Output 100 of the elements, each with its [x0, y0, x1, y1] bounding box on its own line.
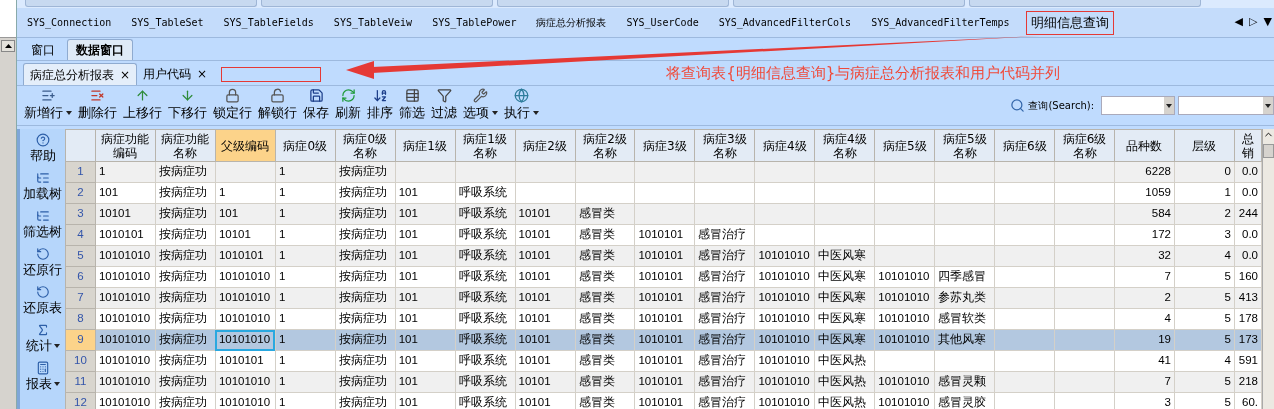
column-header[interactable]: 病症1级 [395, 129, 456, 162]
column-header[interactable]: 总销 [1234, 129, 1262, 162]
partial-button[interactable] [733, 0, 965, 7]
caret-icon [1166, 103, 1172, 108]
vertical-scrollbar[interactable] [1262, 129, 1274, 409]
row-number[interactable]: 7 [65, 287, 96, 309]
toolbar-button[interactable]: 解锁行 [255, 86, 300, 125]
column-header[interactable]: 病症6级名称 [1054, 129, 1115, 162]
toolbar-button[interactable]: 新增行 [21, 86, 75, 125]
column-header[interactable]: 病症0级名称 [335, 129, 396, 162]
partial-button[interactable] [969, 0, 1201, 7]
document-tab[interactable]: 明细信息查询 [1025, 10, 1114, 35]
column-header[interactable]: 病症5级名称 [934, 129, 995, 162]
sidebar-button[interactable]: 加载树 [23, 171, 62, 202]
toolbar-button[interactable]: 上移行 [120, 86, 165, 125]
column-header[interactable]: 病症3级 [634, 129, 695, 162]
tree-icon [35, 209, 50, 223]
caret-icon [1265, 103, 1271, 108]
tab-nav-button[interactable]: ◀ [1234, 14, 1244, 31]
column-header[interactable]: 层级 [1174, 129, 1235, 162]
lock-icon [225, 88, 240, 104]
button-label: 还原行 [23, 262, 62, 278]
tree-icon [35, 171, 50, 185]
tab-nav-button[interactable]: ▼ [1263, 14, 1272, 31]
row-number[interactable]: 8 [65, 308, 96, 330]
button-label: 删除行 [78, 104, 117, 123]
tab-nav-button[interactable]: ▷ [1249, 14, 1258, 31]
toolbar-button[interactable]: 排序 [364, 86, 396, 125]
partial-button[interactable] [25, 0, 257, 7]
row-number[interactable]: 1 [65, 161, 96, 183]
toolbar-button[interactable]: 删除行 [75, 86, 120, 125]
window-tab[interactable]: 数据窗口 [67, 39, 133, 60]
add-row-icon [40, 88, 56, 104]
sidebar-button[interactable]: 还原行 [23, 247, 62, 278]
column-header[interactable]: 病症6级 [994, 129, 1055, 162]
row-number[interactable]: 2 [65, 182, 96, 204]
toolbar-button[interactable]: 锁定行 [210, 86, 255, 125]
row-number[interactable]: 3 [65, 203, 96, 225]
button-label: 筛选 [399, 104, 425, 123]
annotation-text: 将查询表{明细信息查询}与病症总分析报表和用户代码并列 [666, 62, 1061, 84]
column-header[interactable]: 病症2级 [515, 129, 575, 162]
search-combo[interactable] [1178, 96, 1274, 115]
toolbar-button[interactable]: 下移行 [165, 86, 210, 125]
column-header[interactable]: 父级编码 [215, 129, 276, 162]
column-header[interactable]: 病症4级名称 [814, 129, 875, 162]
column-header[interactable]: 病症1级名称 [455, 129, 516, 162]
save-icon [308, 88, 324, 104]
column-header[interactable]: 病症功能名称 [155, 129, 216, 162]
scroll-up-button[interactable] [1, 40, 15, 52]
document-tab[interactable]: SYS_TableFields [213, 10, 324, 35]
column-header[interactable]: 病症2级名称 [575, 129, 635, 162]
scrollbar-thumb[interactable] [1263, 144, 1274, 158]
toolbar-button[interactable]: 过滤 [428, 86, 460, 125]
close-button[interactable]: × [197, 65, 208, 83]
toolbar-button[interactable]: 刷新 [332, 86, 364, 125]
toolbar-button[interactable]: 筛选 [396, 86, 428, 125]
down-arrow-icon [180, 88, 195, 104]
window-tab[interactable]: 窗口 [23, 39, 63, 60]
unlock-icon [270, 88, 285, 104]
row-number[interactable]: 6 [65, 266, 96, 288]
document-tab[interactable]: 病症总分析报表 [526, 10, 617, 35]
document-tab[interactable]: SYS_UserCode [616, 10, 709, 35]
column-header[interactable]: 病症4级 [754, 129, 815, 162]
toolbar-button[interactable]: 保存 [300, 86, 332, 125]
document-tab[interactable]: SYS_TableSet [121, 10, 214, 35]
delete-row-icon [90, 88, 105, 104]
button-label: 上移行 [123, 104, 162, 123]
partial-button[interactable] [261, 0, 493, 7]
column-header[interactable]: 病症3级名称 [694, 129, 755, 162]
row-number[interactable]: 5 [65, 245, 96, 267]
row-number[interactable]: 10 [65, 350, 96, 372]
column-header[interactable]: 品种数 [1114, 129, 1175, 162]
document-tab[interactable]: SYS_Connection [17, 10, 122, 35]
toolbar-button[interactable]: 选项 [460, 86, 501, 125]
row-number[interactable]: 4 [65, 224, 96, 246]
sidebar-button[interactable]: 统计 [25, 323, 60, 354]
row-number[interactable]: 9 [65, 329, 96, 351]
sub-tab[interactable]: 用户代码 × [137, 63, 214, 85]
corner-cell [65, 129, 96, 162]
close-button[interactable]: × [120, 65, 131, 84]
caret-icon [492, 111, 498, 115]
document-tab[interactable]: SYS_AdvancedFilterTemps [861, 10, 1020, 35]
column-header[interactable]: 病症5级 [874, 129, 935, 162]
row-number[interactable]: 11 [65, 371, 96, 393]
button-label: 下移行 [168, 104, 207, 123]
document-tab[interactable]: SYS_AdvancedFilterCols [708, 10, 862, 35]
search-combo[interactable] [1101, 96, 1175, 115]
help-icon [35, 133, 50, 147]
sidebar-button[interactable]: 报表 [25, 361, 60, 392]
column-header[interactable]: 病症功能编码 [95, 129, 156, 162]
document-tab[interactable]: SYS_TableVeiw [323, 10, 423, 35]
toolbar-button[interactable]: 执行 [501, 86, 542, 125]
document-tab[interactable]: SYS_TablePower [422, 10, 527, 35]
sidebar-button[interactable]: 还原表 [23, 285, 62, 316]
refresh-icon [340, 88, 356, 104]
column-header[interactable]: 病症0级 [275, 129, 336, 162]
sidebar-button[interactable]: 筛选树 [23, 209, 62, 240]
sub-tab[interactable]: 病症总分析报表 × [23, 63, 138, 85]
partial-button[interactable] [497, 0, 729, 7]
sidebar-button[interactable]: 帮助 [29, 133, 56, 164]
